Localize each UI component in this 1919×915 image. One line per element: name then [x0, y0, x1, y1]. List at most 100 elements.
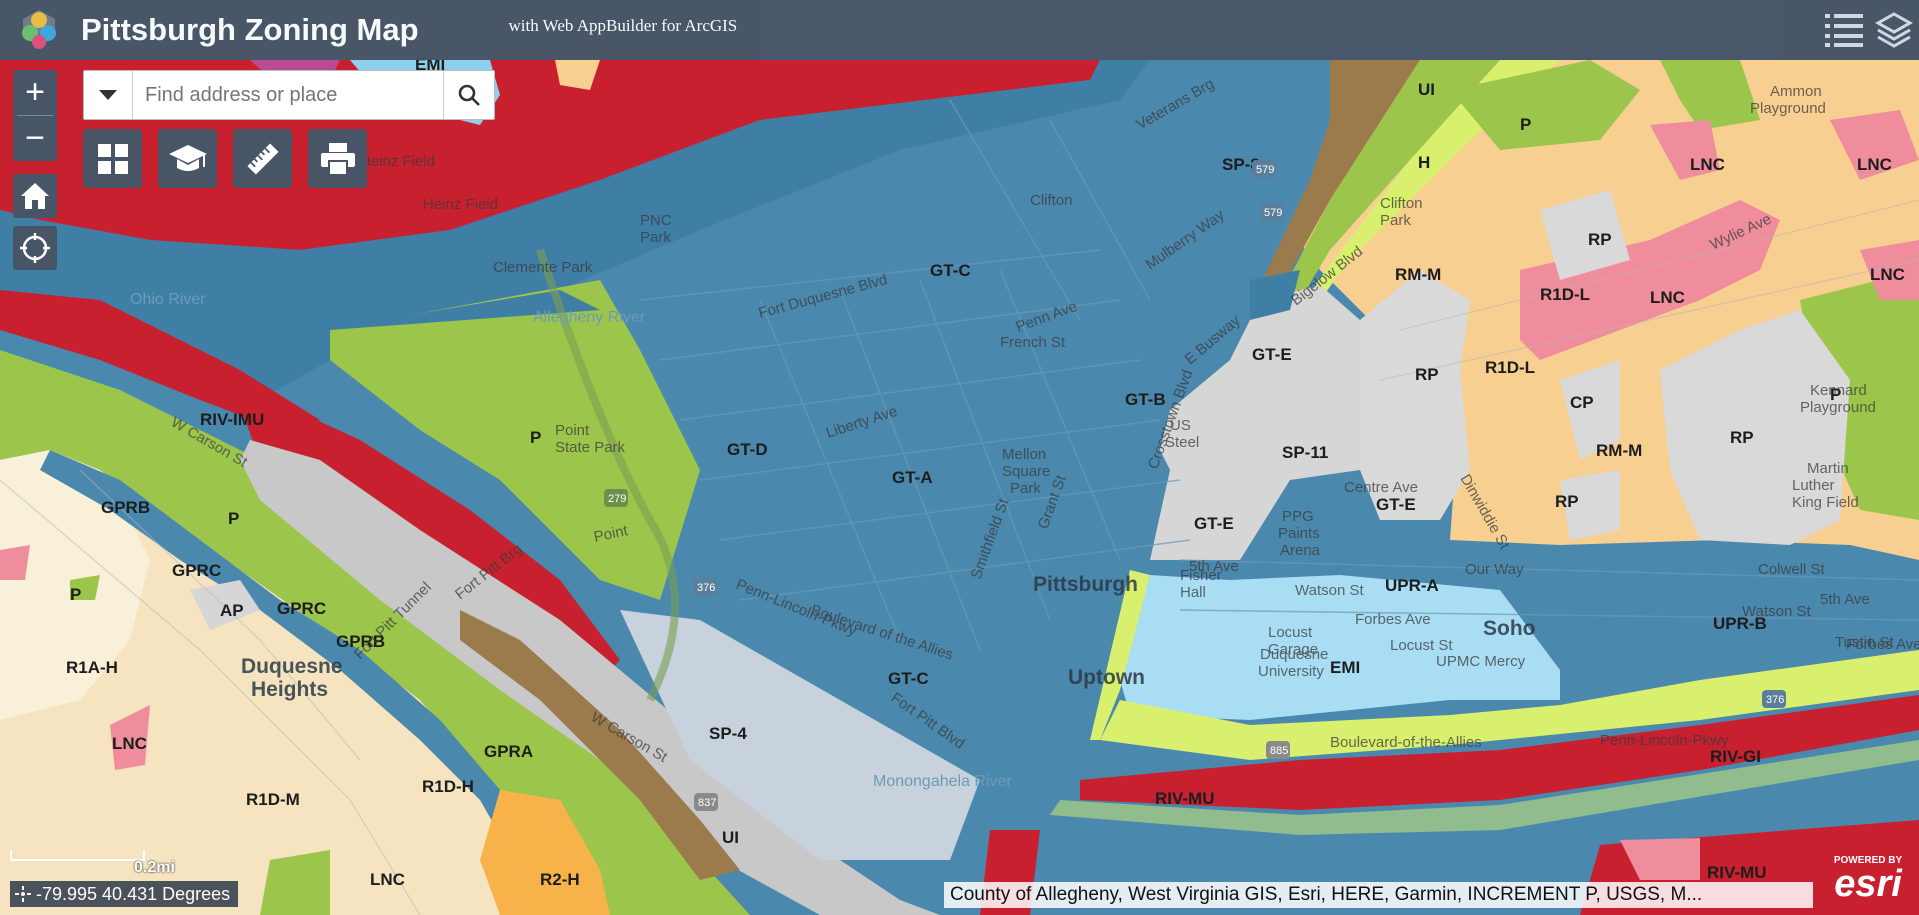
svg-text:Paints: Paints	[1278, 525, 1320, 542]
print-button[interactable]	[308, 129, 367, 188]
list-icon	[1825, 14, 1863, 47]
svg-text:AP: AP	[220, 601, 244, 620]
layer-list-button[interactable]	[1869, 0, 1919, 60]
svg-text:579: 579	[1256, 164, 1274, 176]
svg-text:Fisher: Fisher	[1180, 567, 1222, 584]
svg-text:SP-4: SP-4	[709, 724, 747, 743]
locate-icon	[20, 233, 50, 263]
about-button[interactable]	[158, 129, 217, 188]
printer-icon	[320, 142, 355, 176]
svg-text:GT-A: GT-A	[892, 468, 933, 487]
svg-text:Kennard: Kennard	[1810, 382, 1867, 399]
svg-text:R1D-L: R1D-L	[1485, 358, 1535, 377]
svg-text:LNC: LNC	[1870, 265, 1905, 284]
home-button[interactable]	[13, 174, 57, 218]
svg-text:Uptown: Uptown	[1068, 666, 1145, 689]
svg-text:Penn-Lincoln-Pkwy: Penn-Lincoln-Pkwy	[1600, 732, 1729, 749]
svg-text:GPRC: GPRC	[172, 561, 221, 580]
svg-text:State Park: State Park	[555, 439, 626, 456]
svg-text:RP: RP	[1555, 492, 1579, 511]
map-attribution[interactable]: County of Allegheny, West Virginia GIS, …	[944, 882, 1813, 908]
svg-text:Point: Point	[555, 422, 590, 439]
svg-text:RM-M: RM-M	[1395, 265, 1441, 284]
svg-text:Our Way: Our Way	[1465, 561, 1524, 578]
svg-text:Park: Park	[1380, 212, 1411, 229]
svg-text:LNC: LNC	[1650, 288, 1685, 307]
home-icon	[21, 183, 49, 209]
svg-text:Soho: Soho	[1483, 617, 1536, 640]
svg-text:CP: CP	[1570, 393, 1594, 412]
svg-text:GPRC: GPRC	[277, 599, 326, 618]
svg-text:Ohio River: Ohio River	[130, 291, 206, 308]
measurement-button[interactable]	[233, 129, 292, 188]
svg-text:P: P	[1520, 115, 1531, 134]
my-location-button[interactable]	[13, 226, 57, 270]
svg-text:Heights: Heights	[251, 678, 328, 701]
svg-text:RP: RP	[1588, 230, 1612, 249]
svg-text:Centre Ave: Centre Ave	[1344, 479, 1418, 496]
svg-text:UPR-A: UPR-A	[1385, 576, 1439, 595]
svg-text:King Field: King Field	[1792, 494, 1859, 511]
svg-text:Clifton: Clifton	[1380, 195, 1423, 212]
app-header: Pittsburgh Zoning Map with Web AppBuilde…	[0, 0, 1919, 60]
search-widget	[83, 70, 495, 120]
svg-text:UPMC Mercy: UPMC Mercy	[1436, 653, 1526, 670]
svg-text:Heinz Field: Heinz Field	[423, 196, 498, 213]
esri-logo[interactable]: POWERED BY esri	[1817, 853, 1919, 915]
coordinate-display[interactable]: -79.995 40.431 Degrees	[10, 881, 239, 907]
svg-text:Martin: Martin	[1807, 460, 1849, 477]
svg-text:5th Ave: 5th Ave	[1820, 591, 1870, 608]
scale-bar: 0.2mi	[10, 850, 175, 876]
svg-text:Clemente Park: Clemente Park	[493, 259, 593, 276]
svg-text:R1D-H: R1D-H	[422, 777, 474, 796]
svg-text:RIV-MU: RIV-MU	[1707, 863, 1767, 882]
coordinate-text: -79.995 40.431 Degrees	[36, 883, 231, 904]
svg-text:Steel: Steel	[1165, 434, 1199, 451]
svg-text:UI: UI	[722, 828, 739, 847]
svg-text:Arena: Arena	[1280, 542, 1321, 559]
svg-text:Ammon: Ammon	[1770, 83, 1822, 100]
svg-text:Heinz Field: Heinz Field	[360, 153, 435, 170]
search-input[interactable]	[133, 71, 443, 119]
search-source-dropdown[interactable]	[84, 71, 133, 119]
svg-text:Pittsburgh: Pittsburgh	[1033, 573, 1138, 596]
zoom-out-button[interactable]: −	[13, 116, 57, 161]
svg-text:Park: Park	[1010, 480, 1041, 497]
svg-text:PPG: PPG	[1282, 508, 1314, 525]
svg-text:Garage: Garage	[1268, 641, 1318, 658]
search-button[interactable]	[443, 71, 494, 119]
esri-wordmark: esri	[1834, 863, 1902, 905]
svg-text:GT-E: GT-E	[1194, 514, 1234, 533]
grid-icon	[97, 143, 128, 174]
svg-text:Monongahela River: Monongahela River	[873, 773, 1012, 790]
svg-text:GT-C: GT-C	[888, 669, 929, 688]
app-logo-icon	[22, 10, 56, 49]
svg-text:Park: Park	[640, 229, 671, 246]
svg-text:Locust St: Locust St	[1390, 637, 1453, 654]
plus-icon: +	[25, 73, 45, 111]
svg-text:University: University	[1258, 663, 1324, 680]
svg-text:RP: RP	[1415, 365, 1439, 384]
zoom-in-button[interactable]: +	[13, 70, 57, 115]
svg-text:R1D-M: R1D-M	[246, 790, 300, 809]
svg-text:GPRA: GPRA	[484, 742, 533, 761]
svg-text:P: P	[228, 509, 239, 528]
svg-text:RIV-GI: RIV-GI	[1710, 747, 1761, 766]
svg-text:H: H	[1418, 153, 1430, 172]
graduation-cap-icon	[168, 144, 207, 171]
svg-text:376: 376	[1766, 694, 1784, 706]
svg-text:Square: Square	[1002, 463, 1050, 480]
svg-text:Locust: Locust	[1268, 624, 1313, 641]
legend-button[interactable]	[1819, 0, 1869, 60]
svg-text:GT-B: GT-B	[1125, 390, 1166, 409]
basemap-gallery-button[interactable]	[83, 129, 142, 188]
svg-text:RIV-IMU: RIV-IMU	[200, 410, 264, 429]
svg-text:Boulevard-of-the-Allies: Boulevard-of-the-Allies	[1330, 734, 1482, 751]
app-title: Pittsburgh Zoning Map	[81, 12, 419, 47]
svg-text:SP-11: SP-11	[1282, 443, 1328, 462]
app-subtitle: with Web AppBuilder for ArcGIS	[508, 16, 738, 35]
search-icon	[458, 84, 480, 106]
svg-text:Watson St: Watson St	[1742, 603, 1811, 620]
svg-text:Mellon: Mellon	[1002, 446, 1046, 463]
ruler-icon	[246, 142, 279, 175]
